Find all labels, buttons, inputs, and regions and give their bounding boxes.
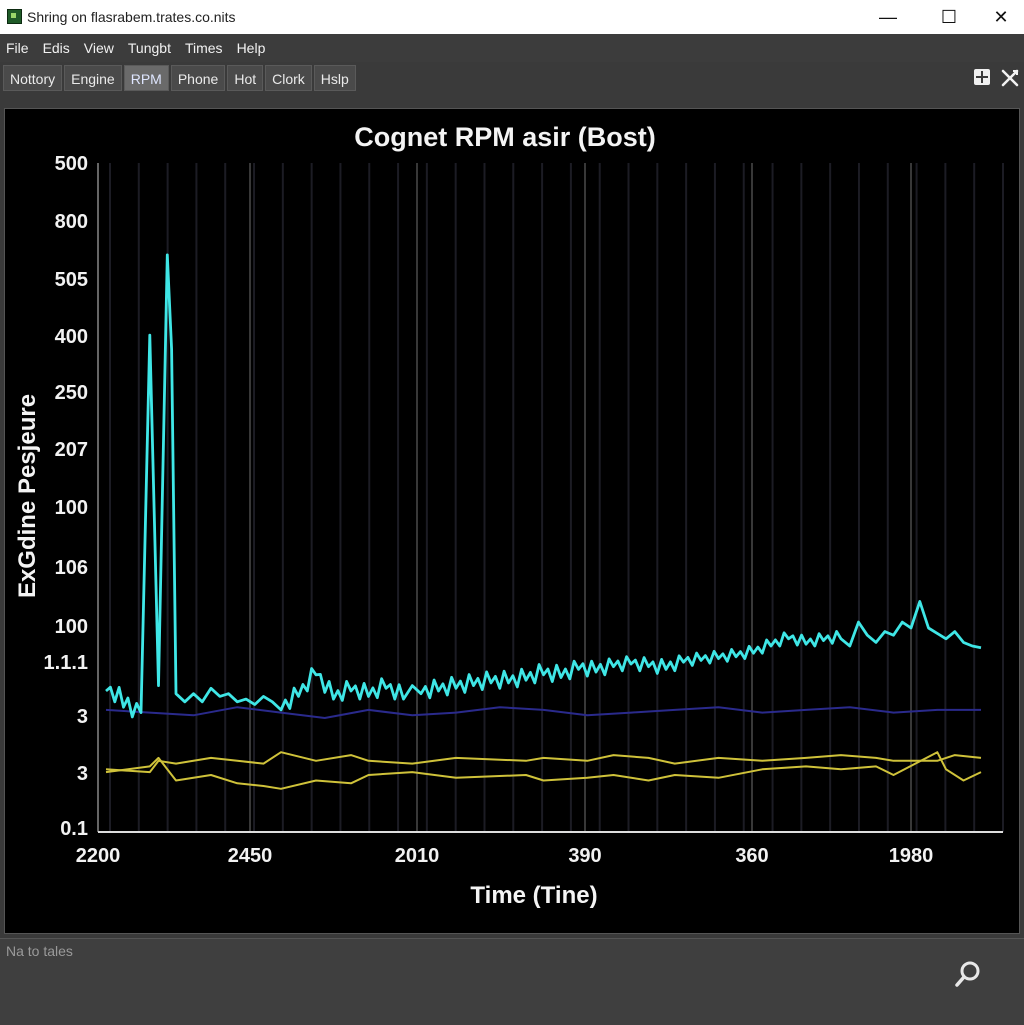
search-icon-glyph — [955, 961, 980, 987]
search-icon[interactable] — [954, 960, 982, 988]
status-bar — [0, 938, 1024, 1025]
chart-plot — [97, 163, 1004, 833]
series-line-0 — [105, 253, 982, 719]
status-text: Na to tales — [6, 943, 73, 959]
series-line-3 — [105, 706, 981, 719]
